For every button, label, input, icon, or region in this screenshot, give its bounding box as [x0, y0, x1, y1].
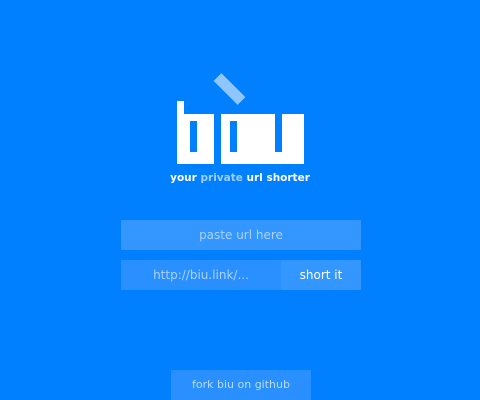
tagline-suffix: url shorter: [246, 172, 310, 184]
logo-letter-i-body: [221, 114, 264, 164]
logo-letter-u-body: [264, 114, 304, 164]
logo-letter-i-notch: [230, 121, 237, 152]
page: your private url shorter short it fork b…: [0, 0, 480, 400]
logo-accent-mark: [213, 73, 246, 105]
short-it-button[interactable]: short it: [281, 260, 361, 290]
logo-letter-u-notch: [275, 114, 282, 152]
biu-logo: [177, 72, 307, 166]
url-input[interactable]: [121, 220, 361, 250]
logo-letter-b-notch: [190, 121, 197, 152]
fork-on-github-link[interactable]: fork biu on github: [171, 370, 311, 400]
tagline: your private url shorter: [0, 172, 480, 184]
tagline-accent: private: [200, 172, 243, 184]
tagline-prefix: your: [170, 172, 197, 184]
short-url-field[interactable]: [121, 260, 281, 290]
biu-logo-graphic: [177, 73, 304, 164]
